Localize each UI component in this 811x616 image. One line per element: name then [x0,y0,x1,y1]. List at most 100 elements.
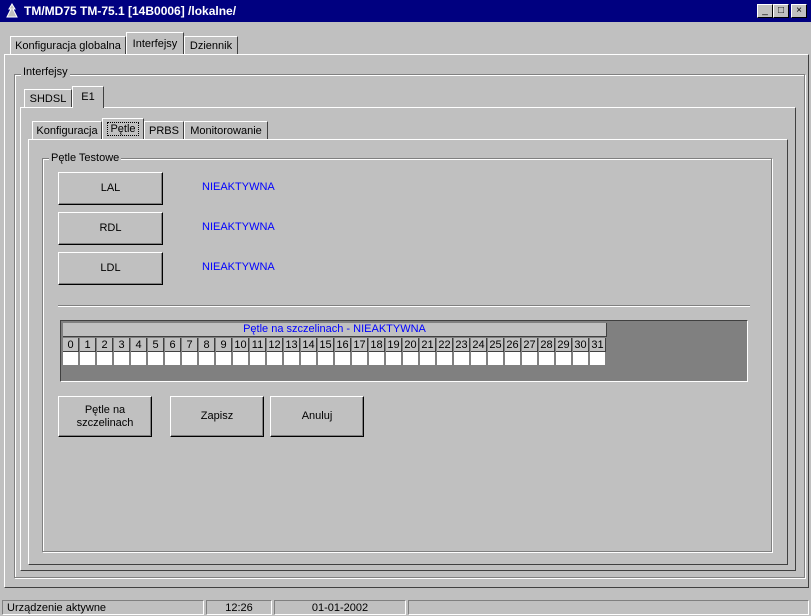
timeslot-number: 3 [114,338,130,352]
tab-konfiguracja[interactable]: Konfiguracja [32,121,102,139]
timeslot-cell[interactable] [301,352,317,366]
timeslot-cell[interactable] [131,352,147,366]
rdl-button-label: RDL [99,222,122,234]
timeslot-number: 15 [318,338,334,352]
timeslot-number: 17 [352,338,368,352]
timeslot-cell[interactable] [539,352,555,366]
timeslot-cell[interactable] [267,352,283,366]
timeslot-number: 13 [284,338,300,352]
timeslot-number: 25 [488,338,504,352]
timeslot-number: 19 [386,338,402,352]
timeslot-column: 28 [539,338,555,370]
timeslot-cell[interactable] [403,352,419,366]
timeslot-column: 22 [437,338,453,370]
interfaces-group-label: Interfejsy [21,66,70,78]
timeslot-column: 0 [63,338,79,370]
timeslot-number: 30 [573,338,589,352]
timeslot-cell[interactable] [148,352,164,366]
timeslot-number: 4 [131,338,147,352]
timeslot-cell[interactable] [488,352,504,366]
minimize-icon: _ [762,5,768,16]
tab-e1[interactable]: E1 [72,86,104,108]
tab-petle[interactable]: Pętle [102,118,144,139]
save-button[interactable]: Zapisz [170,396,264,437]
timeslot-cell[interactable] [573,352,589,366]
timeslot-cell[interactable] [369,352,385,366]
timeslot-column: 5 [148,338,164,370]
maximize-button[interactable]: □ [773,4,789,18]
timeslot-number: 28 [539,338,555,352]
status-state: Urządzenie aktywne [2,600,204,615]
timeslot-cell[interactable] [590,352,606,366]
timeslot-grid: Pętle na szczelinach - NIEAKTYWNA 012345… [60,320,748,382]
timeslot-cell[interactable] [250,352,266,366]
timeslot-cell[interactable] [386,352,402,366]
timeslot-column: 29 [556,338,572,370]
timeslot-number: 2 [97,338,113,352]
lal-button-label: LAL [100,182,121,194]
timeslot-number: 8 [199,338,215,352]
timeslot-cell[interactable] [199,352,215,366]
minimize-button[interactable]: _ [757,4,773,18]
rdl-button[interactable]: RDL [58,212,163,245]
tab-shdsl[interactable]: SHDSL [24,89,72,107]
timeslot-number: 11 [250,338,266,352]
timeslot-cell[interactable] [522,352,538,366]
timeslot-number: 6 [165,338,181,352]
timeslot-loops-button[interactable]: Pętle na szczelinach [58,396,152,437]
timeslot-column: 7 [182,338,198,370]
lal-button[interactable]: LAL [58,172,163,205]
timeslot-column: 26 [505,338,521,370]
tab-label: Konfiguracja [36,125,98,137]
timeslot-cell[interactable] [556,352,572,366]
tab-konfiguracja-globalna[interactable]: Konfiguracja globalna [10,36,126,54]
timeslot-cell[interactable] [318,352,334,366]
timeslot-column: 8 [199,338,215,370]
timeslot-column: 2 [97,338,113,370]
tab-label: Monitorowanie [190,125,262,137]
timeslot-column: 30 [573,338,589,370]
timeslot-cell[interactable] [335,352,351,366]
tab-label: Pętle [107,122,139,136]
timeslot-cell[interactable] [182,352,198,366]
timeslot-cell[interactable] [63,352,79,366]
timeslot-cell[interactable] [505,352,521,366]
title-bar[interactable]: TM/MD75 TM-75.1 [14B0006] /lokalne/ _ □ … [0,0,811,22]
timeslot-cell[interactable] [233,352,249,366]
ldl-button-label: LDL [100,262,121,274]
cancel-button[interactable]: Anuluj [270,396,364,437]
timeslot-cell[interactable] [437,352,453,366]
timeslot-cell[interactable] [284,352,300,366]
timeslot-number: 18 [369,338,385,352]
timeslot-cell[interactable] [216,352,232,366]
timeslot-cell[interactable] [420,352,436,366]
timeslot-cell[interactable] [454,352,470,366]
tab-interfejsy[interactable]: Interfejsy [126,32,184,54]
separator [58,305,750,307]
timeslot-cell[interactable] [352,352,368,366]
timeslot-column: 15 [318,338,334,370]
close-button[interactable]: × [791,4,807,18]
window-title: TM/MD75 TM-75.1 [14B0006] /lokalne/ [24,4,237,18]
tab-label: Dziennik [189,40,233,52]
timeslot-column: 18 [369,338,385,370]
close-icon: × [796,5,802,16]
timeslot-column: 24 [471,338,487,370]
tab-dziennik[interactable]: Dziennik [184,36,238,54]
timeslot-cell[interactable] [80,352,96,366]
timeslot-grid-header: Pętle na szczelinach - NIEAKTYWNA [63,323,607,337]
timeslot-number: 21 [420,338,436,352]
tab-monitorowanie[interactable]: Monitorowanie [184,121,268,139]
timeslot-cell[interactable] [471,352,487,366]
timeslot-cell[interactable] [97,352,113,366]
ldl-button[interactable]: LDL [58,252,163,285]
timeslot-column: 16 [335,338,351,370]
timeslot-cell[interactable] [114,352,130,366]
timeslot-cell[interactable] [165,352,181,366]
tab-prbs[interactable]: PRBS [144,121,184,139]
status-date: 01-01-2002 [274,600,406,615]
timeslot-column: 6 [165,338,181,370]
tab-label: Konfiguracja globalna [15,40,121,52]
timeslot-number: 22 [437,338,453,352]
cancel-button-label: Anuluj [301,410,333,422]
